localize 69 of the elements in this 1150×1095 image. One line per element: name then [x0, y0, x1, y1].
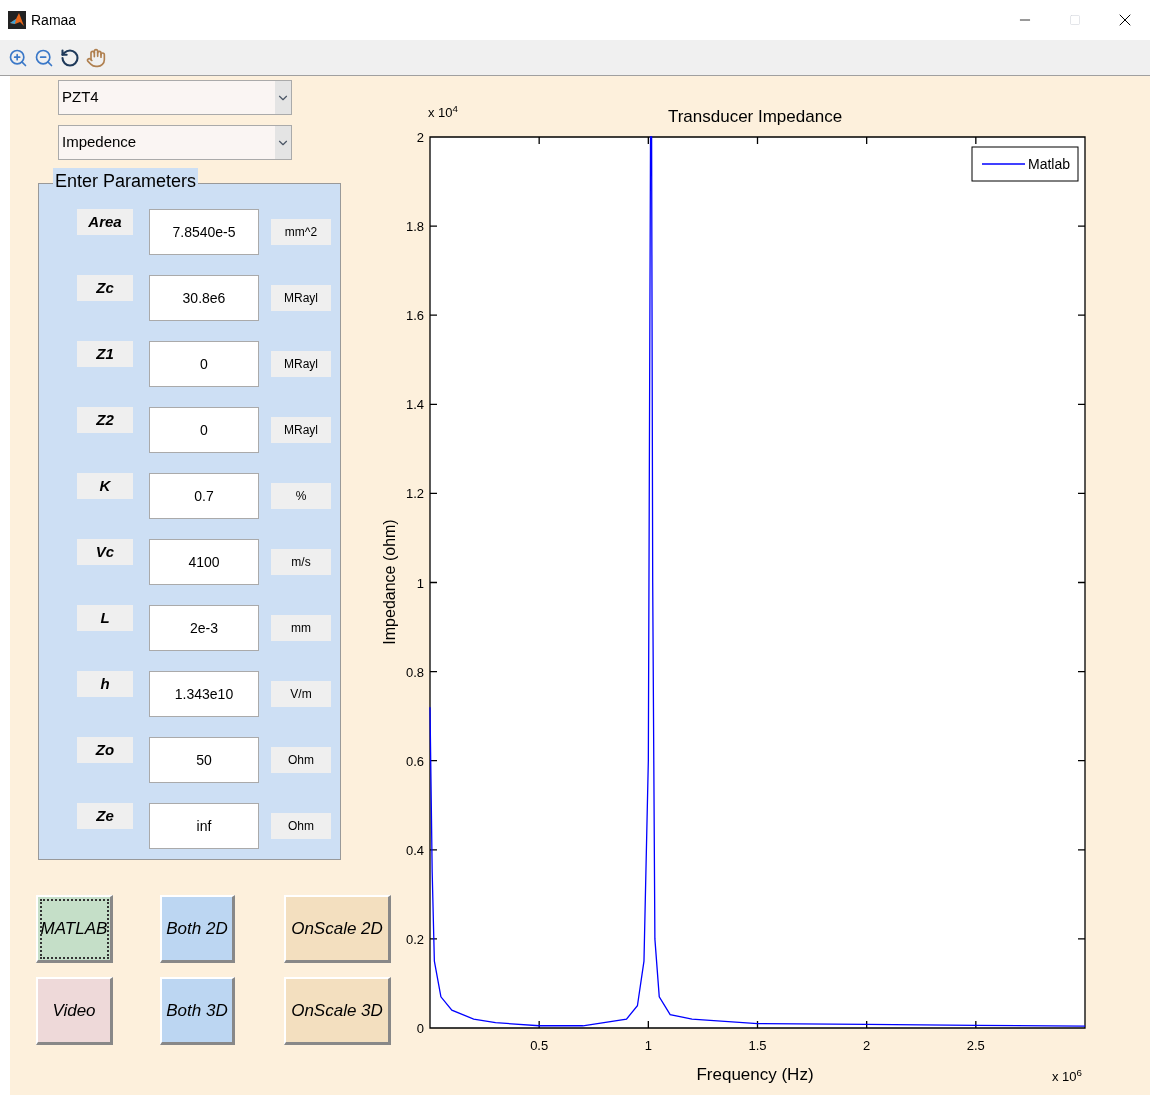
- app-logo-icon: [8, 11, 26, 29]
- tick-label: 0.6: [405, 753, 424, 769]
- legend-label: Matlab: [1028, 156, 1071, 172]
- param-label: Zc: [77, 275, 133, 301]
- input-field[interactable]: 2e-3: [149, 605, 259, 651]
- param-label: h: [77, 671, 133, 697]
- input-field[interactable]: inf: [149, 803, 259, 849]
- tick-label: 2: [416, 130, 424, 145]
- axis-label: Frequency (Hz): [696, 1065, 814, 1084]
- input-field[interactable]: 7.8540e-5: [149, 209, 259, 255]
- tick-label: 0.2: [405, 931, 424, 947]
- param-label: Area: [77, 209, 133, 235]
- input-field[interactable]: 30.8e6: [149, 275, 259, 321]
- legend-line: [981, 163, 1026, 165]
- action-button[interactable]: Both 3D: [160, 977, 235, 1045]
- param-label: Zo: [77, 737, 133, 763]
- unit-label: m/s: [271, 549, 331, 575]
- param-label: Z2: [77, 407, 133, 433]
- input-field[interactable]: 1.343e10: [149, 671, 259, 717]
- tick-label: 1.4: [405, 397, 424, 413]
- unit-label: %: [271, 483, 331, 509]
- unit-label: MRayl: [271, 417, 331, 443]
- chevron-down-icon: [275, 126, 291, 159]
- tick-label: 2.5: [966, 1038, 985, 1053]
- hand-icon[interactable]: [86, 47, 106, 68]
- tick-label: 0.8: [405, 664, 424, 680]
- tick-label: 0.4: [405, 842, 424, 858]
- dropdown[interactable]: PZT4: [58, 80, 292, 115]
- input-field[interactable]: 0.7: [149, 473, 259, 519]
- unit-label: Ohm: [271, 747, 331, 773]
- unit-label: V/m: [271, 681, 331, 707]
- tick-label: 1: [644, 1038, 652, 1053]
- zoom-in-icon[interactable]: [8, 47, 28, 68]
- unit-label: MRayl: [271, 351, 331, 377]
- zoom-out-icon[interactable]: [34, 47, 54, 68]
- action-button[interactable]: OnScale 2D: [284, 895, 391, 963]
- param-label: L: [77, 605, 133, 631]
- input-field[interactable]: 4100: [149, 539, 259, 585]
- input-field[interactable]: 0: [149, 407, 259, 453]
- window-title: Ramaa: [31, 10, 77, 30]
- input-field[interactable]: 50: [149, 737, 259, 783]
- param-label: K: [77, 473, 133, 499]
- axis-label: Impedance (ohm): [381, 519, 398, 645]
- tick-label: 0: [416, 1021, 424, 1036]
- axis-multiplier: x 10$^{4}$: [428, 106, 458, 119]
- param-label: Z1: [77, 341, 133, 367]
- action-button[interactable]: MATLAB: [36, 895, 113, 963]
- param-label: Vc: [77, 539, 133, 565]
- chart-title: Transducer Impedance: [667, 107, 843, 126]
- unit-label: mm^2: [271, 219, 331, 245]
- action-button[interactable]: Video: [36, 977, 113, 1045]
- tick-label: 0.5: [530, 1038, 549, 1053]
- action-button[interactable]: OnScale 3D: [284, 977, 391, 1045]
- tick-label: 2: [863, 1038, 871, 1053]
- tick-label: 1: [416, 575, 424, 591]
- tick-label: 1.5: [748, 1038, 767, 1053]
- unit-label: Ohm: [271, 813, 331, 839]
- action-button[interactable]: Both 2D: [160, 895, 235, 963]
- unit-label: MRayl: [271, 285, 331, 311]
- chevron-down-icon: [275, 81, 291, 114]
- input-field[interactable]: 0: [149, 341, 259, 387]
- unit-label: mm: [271, 615, 331, 641]
- rotate-icon[interactable]: [60, 47, 80, 68]
- tick-label: 1.8: [405, 219, 424, 235]
- tick-label: 1.2: [405, 486, 424, 502]
- tick-label: 1.6: [405, 308, 424, 324]
- param-label: Ze: [77, 803, 133, 829]
- axis-multiplier: x 10$^{6}$: [1052, 1070, 1082, 1083]
- dropdown[interactable]: Impedence: [58, 125, 292, 160]
